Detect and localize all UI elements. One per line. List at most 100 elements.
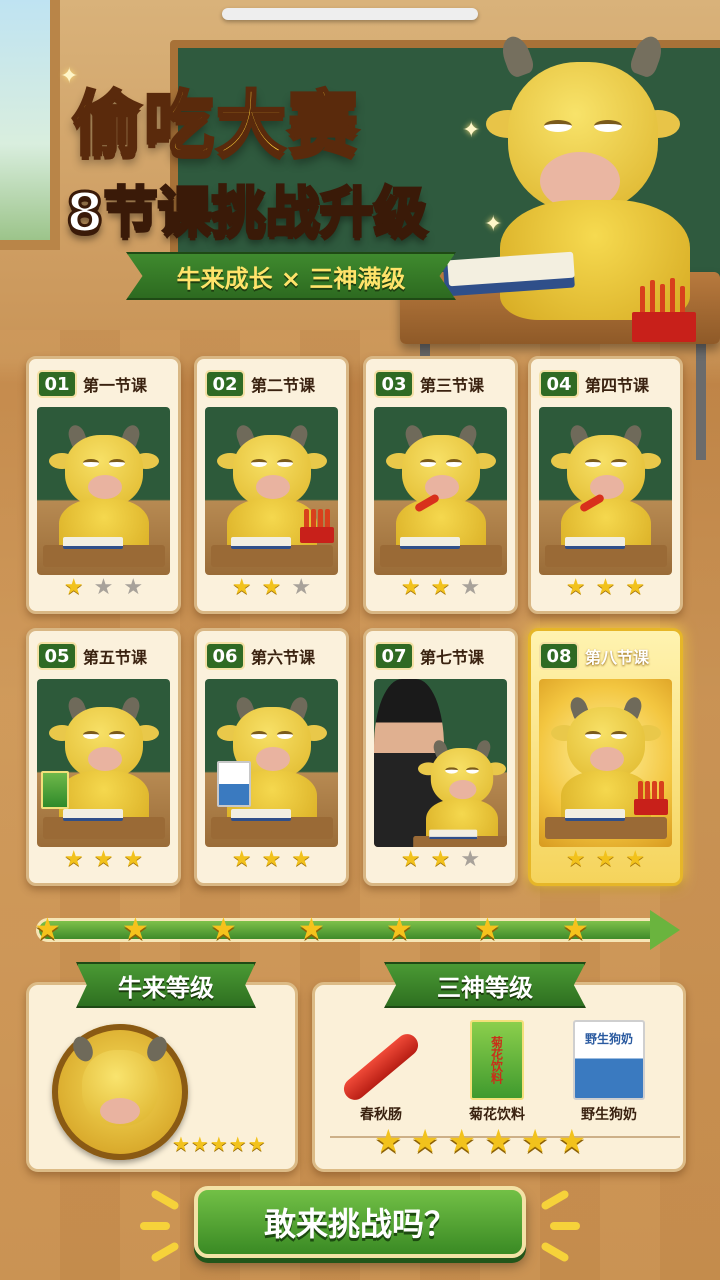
game-title: 偷吃大赛 xyxy=(71,82,360,167)
star-filled-icon: ★ xyxy=(565,847,586,872)
lesson-rating: ★ ★ ★ xyxy=(197,575,346,603)
bull-character xyxy=(379,422,502,575)
lesson-rating: ★ ★ ★ xyxy=(197,847,346,875)
star-filled-icon: ★ xyxy=(63,575,84,600)
star-filled-icon: ★ xyxy=(595,575,616,600)
ceiling-light xyxy=(222,8,478,20)
bull-badge-icon xyxy=(52,1024,188,1160)
lesson-illustration xyxy=(374,679,507,847)
burst-icon xyxy=(140,1222,170,1230)
lesson-number: 04 xyxy=(539,370,579,398)
lesson-header: 02 第二节课 xyxy=(205,369,315,399)
star-filled-icon: ★ xyxy=(291,847,312,872)
item-label: 野生狗奶 xyxy=(581,1107,637,1123)
juice-box-icon xyxy=(41,771,69,809)
progress-star-icon: ★ xyxy=(298,912,325,947)
star-filled-icon: ★ xyxy=(430,575,451,600)
lesson-illustration xyxy=(37,407,170,575)
star-filled-icon: ★ xyxy=(400,575,421,600)
lesson-card[interactable]: 07 第七节课 ★ ★ ★ xyxy=(363,628,518,886)
lesson-label: 第五节课 xyxy=(83,648,148,667)
lesson-number: 03 xyxy=(374,370,414,398)
lesson-card[interactable]: 03 第三节课 ★ ★ ★ xyxy=(363,356,518,614)
lesson-header: 07 第七节课 xyxy=(374,641,484,671)
bull-character xyxy=(544,694,667,847)
lesson-number: 05 xyxy=(37,642,77,670)
star-filled-icon: ★ xyxy=(93,847,114,872)
lesson-rating: ★ ★ ★ xyxy=(29,575,178,603)
item-label: 菊花饮料 xyxy=(469,1107,525,1123)
lesson-rating: ★ ★ ★ xyxy=(531,847,680,875)
lesson-card[interactable]: 05 第五节课 ★ ★ ★ xyxy=(26,628,181,886)
fries-icon xyxy=(632,268,696,342)
hero-bull-character xyxy=(440,30,720,370)
lesson-header: 08 第八节课 xyxy=(539,641,649,671)
burst-icon xyxy=(550,1222,580,1230)
challenge-button[interactable]: 敢来挑战吗？ xyxy=(194,1186,526,1258)
progress-star-icon: ★ xyxy=(386,912,413,947)
lesson-label: 第七节课 xyxy=(420,648,485,667)
star-filled-icon: ★ xyxy=(261,847,282,872)
classroom-window xyxy=(0,0,60,250)
star-empty-icon: ★ xyxy=(460,575,481,600)
niulai-level-stars: ★★★★★ xyxy=(172,1132,267,1156)
star-empty-icon: ★ xyxy=(123,575,144,600)
wild-dog-milk-item: 野生狗奶 野生狗奶 xyxy=(564,1014,654,1124)
progress-star-icon: ★ xyxy=(562,912,589,947)
star-filled-icon: ★ xyxy=(63,847,84,872)
star-empty-icon: ★ xyxy=(291,575,312,600)
sparkle-icon: ✦ xyxy=(60,64,79,89)
sparkle-icon: ✦ xyxy=(484,212,503,237)
lesson-number: 01 xyxy=(37,370,77,398)
lesson-number: 02 xyxy=(205,370,245,398)
bull-character xyxy=(42,422,165,575)
lesson-number: 08 xyxy=(539,642,579,670)
wild-dog-milk-icon: 野生狗奶 xyxy=(573,1020,645,1100)
lesson-card[interactable]: 02 第二节课 ★ ★ ★ xyxy=(194,356,349,614)
bull-character xyxy=(544,422,667,575)
star-empty-icon: ★ xyxy=(460,847,481,872)
star-filled-icon: ★ xyxy=(565,575,586,600)
sanshen-level-stars: ★★★★★★ xyxy=(374,1122,595,1160)
fries-icon xyxy=(300,507,334,543)
lesson-card[interactable]: 08 第八节课 ★ ★ ★ xyxy=(528,628,683,886)
star-filled-icon: ★ xyxy=(400,847,421,872)
bull-character xyxy=(412,738,507,847)
lesson-illustration xyxy=(205,679,338,847)
star-filled-icon: ★ xyxy=(123,847,144,872)
lesson-header: 01 第一节课 xyxy=(37,369,147,399)
star-filled-icon: ★ xyxy=(595,847,616,872)
star-filled-icon: ★ xyxy=(625,847,646,872)
item-label: 春秋肠 xyxy=(360,1107,402,1123)
lesson-label: 第六节课 xyxy=(251,648,316,667)
star-filled-icon: ★ xyxy=(625,575,646,600)
lesson-label: 第四节课 xyxy=(585,376,650,395)
chrysanthemum-drink-item: 菊花饮料 菊花饮料 xyxy=(452,1014,542,1124)
lesson-illustration xyxy=(539,679,672,847)
sausage-icon xyxy=(339,1029,423,1105)
sausage-item: 春秋肠 xyxy=(336,1014,426,1124)
lesson-card[interactable]: 04 第四节课 ★ ★ ★ xyxy=(528,356,683,614)
lesson-number: 07 xyxy=(374,642,414,670)
lesson-rating: ★ ★ ★ xyxy=(366,575,515,603)
progress-star-icon: ★ xyxy=(474,912,501,947)
lesson-label: 第八节课 xyxy=(585,648,650,667)
lesson-header: 03 第三节课 xyxy=(374,369,484,399)
milk-box-icon xyxy=(217,761,251,807)
progress-star-icon: ★ xyxy=(210,912,237,947)
lesson-rating: ★ ★ ★ xyxy=(366,847,515,875)
lesson-illustration xyxy=(205,407,338,575)
lesson-card[interactable]: 06 第六节课 ★ ★ ★ xyxy=(194,628,349,886)
lesson-label: 第二节课 xyxy=(251,376,316,395)
star-empty-icon: ★ xyxy=(93,575,114,600)
sparkle-icon: ✦ xyxy=(462,118,481,143)
lesson-label: 第三节课 xyxy=(420,376,485,395)
fries-icon xyxy=(634,779,668,815)
lesson-header: 06 第六节课 xyxy=(205,641,315,671)
lesson-header: 05 第五节课 xyxy=(37,641,147,671)
lesson-illustration xyxy=(539,407,672,575)
lesson-number: 06 xyxy=(205,642,245,670)
chrysanthemum-drink-icon: 菊花饮料 xyxy=(470,1020,524,1100)
lesson-label: 第一节课 xyxy=(83,376,148,395)
lesson-card[interactable]: 01 第一节课 ★ ★ ★ xyxy=(26,356,181,614)
